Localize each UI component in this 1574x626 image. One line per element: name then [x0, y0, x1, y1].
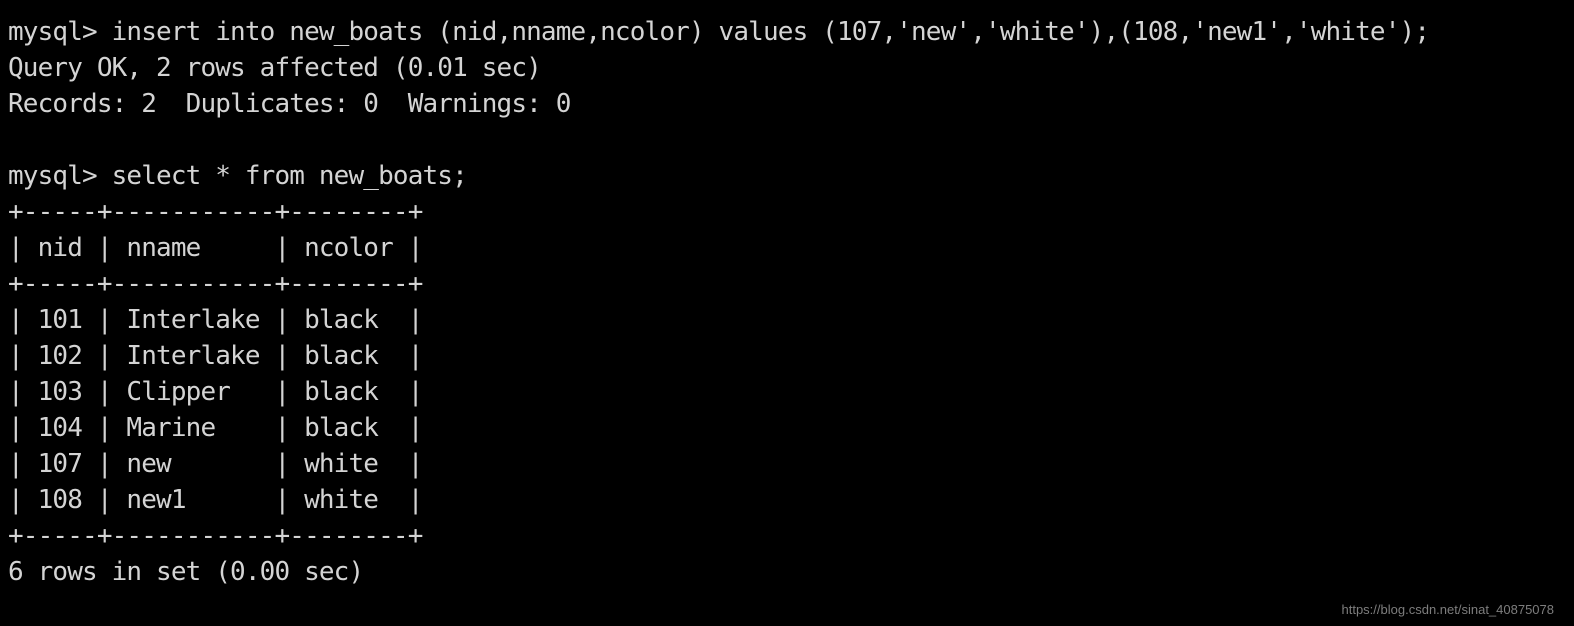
terminal-line-table-row: | 102 | Interlake | black |: [8, 341, 423, 371]
terminal-line-table-header: | nid | nname | ncolor |: [8, 233, 423, 263]
terminal-line-table-row: | 104 | Marine | black |: [8, 413, 423, 443]
terminal-line-select-command: mysql> select * from new_boats;: [8, 161, 468, 191]
terminal-line-table-row: | 101 | Interlake | black |: [8, 305, 423, 335]
terminal-line-table-row: | 108 | new1 | white |: [8, 485, 423, 515]
terminal-line-table-bottom-border: +-----+-----------+--------+: [8, 521, 423, 551]
terminal-line-insert-stats: Records: 2 Duplicates: 0 Warnings: 0: [8, 89, 571, 119]
terminal-line-table-top-border: +-----+-----------+--------+: [8, 197, 423, 227]
terminal-line-table-header-border: +-----+-----------+--------+: [8, 269, 423, 299]
terminal-line-select-result: 6 rows in set (0.00 sec): [8, 557, 364, 587]
terminal-line-table-row: | 107 | new | white |: [8, 449, 423, 479]
terminal-line-insert-result: Query OK, 2 rows affected (0.01 sec): [8, 53, 542, 83]
watermark: https://blog.csdn.net/sinat_40875078: [1341, 602, 1555, 617]
terminal-line-blank: [8, 122, 1574, 158]
terminal-window[interactable]: mysql> insert into new_boats (nid,nname,…: [0, 0, 1574, 626]
terminal-line-table-row: | 103 | Clipper | black |: [8, 377, 423, 407]
terminal-line-insert-command: mysql> insert into new_boats (nid,nname,…: [8, 17, 1430, 47]
